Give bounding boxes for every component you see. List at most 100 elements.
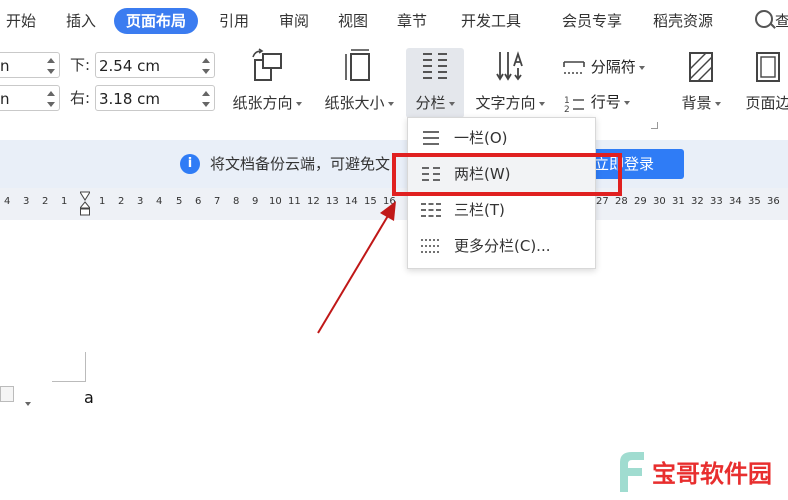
dialog-launcher-icon[interactable]	[651, 122, 658, 129]
ruler-number: 1	[99, 196, 106, 207]
margin-bottom-field[interactable]: 2.54 cm	[95, 52, 215, 78]
ruler-number: 8	[233, 196, 240, 207]
watermark: 宝哥软件园	[614, 444, 788, 500]
ruler-number: 6	[195, 196, 202, 207]
watermark-logo-icon	[620, 452, 644, 492]
line-numbers-caret-icon	[623, 100, 630, 105]
margin-right-field[interactable]: 3.18 cm	[95, 85, 215, 111]
tab-insert[interactable]: 插入	[66, 8, 96, 34]
menu-bar: 开始 插入 页面布局 引用 审阅 视图 章节 开发工具 会员专享 稻壳资源 查	[0, 0, 788, 42]
margin-right-label: 右:	[70, 89, 91, 107]
ruler-number: 1	[61, 196, 68, 207]
infobar-message-tail: 文	[375, 155, 391, 173]
margin-left-value: n	[0, 90, 10, 108]
orientation-label: 纸张方向	[232, 94, 293, 112]
tab-developer[interactable]: 开发工具	[461, 8, 521, 34]
ruler-number: 31	[672, 196, 685, 207]
margin-bottom-value: 2.54 cm	[99, 57, 161, 75]
watermark-text: 宝哥软件园	[652, 460, 772, 488]
ruler-number: 2	[42, 196, 49, 207]
orientation-icon	[252, 48, 282, 81]
infobar-message-text: 将文档备份云端，可避免	[210, 155, 376, 173]
margin-bottom-label: 下:	[70, 56, 91, 74]
menu-item-more-columns[interactable]: 更多分栏(C)...	[408, 228, 595, 264]
text-direction-button[interactable]: 文字方向	[470, 48, 550, 113]
separator-caret-icon	[638, 65, 645, 70]
menu-item-label: 更多分栏(C)...	[454, 237, 551, 255]
page-border-button[interactable]: 页面边	[736, 48, 788, 113]
paste-options-caret-icon[interactable]	[22, 393, 31, 412]
ruler-number: 33	[710, 196, 723, 207]
orientation-caret-icon	[295, 101, 302, 106]
tab-start[interactable]: 开始	[6, 8, 36, 34]
menu-item-three-columns[interactable]: 三栏(T)	[408, 192, 595, 228]
ruler-number: 35	[748, 196, 761, 207]
one-column-icon	[423, 131, 439, 145]
paper-size-icon	[345, 49, 370, 81]
margin-left-field[interactable]: n	[0, 85, 60, 111]
columns-label: 分栏	[415, 94, 446, 112]
background-label: 背景	[681, 94, 712, 112]
line-numbers-button[interactable]: 1 2 行号	[562, 91, 662, 115]
page-border-label: 页面边	[745, 94, 788, 112]
text-direction-caret-icon	[538, 101, 545, 106]
columns-button[interactable]: 分栏	[406, 48, 464, 118]
paper-size-button[interactable]: 纸张大小	[318, 48, 400, 113]
ruler-number: 27	[596, 196, 609, 207]
tab-references[interactable]: 引用	[219, 8, 249, 34]
paper-size-caret-icon	[387, 101, 394, 106]
tab-member[interactable]: 会员专享	[562, 8, 622, 34]
info-icon: i	[180, 154, 200, 174]
margin-left-spinner[interactable]	[47, 89, 55, 109]
paper-size-label: 纸张大小	[324, 94, 385, 112]
menu-item-one-column[interactable]: 一栏(O)	[408, 120, 595, 156]
columns-icon	[423, 53, 447, 79]
menu-item-label: 三栏(T)	[454, 201, 505, 219]
background-caret-icon	[714, 101, 721, 106]
tab-view[interactable]: 视图	[338, 8, 368, 34]
ruler-number: 3	[137, 196, 144, 207]
paste-options-icon[interactable]	[0, 386, 14, 402]
more-columns-icon	[421, 239, 441, 253]
orientation-button[interactable]: 纸张方向	[226, 48, 308, 113]
indent-marker-icon[interactable]	[80, 191, 90, 217]
columns-caret-icon	[448, 101, 455, 106]
page-corner-mark	[52, 381, 86, 382]
ruler-number: 36	[767, 196, 780, 207]
page-border-icon	[756, 52, 780, 82]
margin-right-value: 3.18 cm	[99, 90, 161, 108]
search-label[interactable]: 查	[775, 8, 788, 34]
tab-docer[interactable]: 稻壳资源	[653, 8, 713, 34]
text-direction-icon	[496, 51, 523, 81]
ruler-number: 7	[214, 196, 221, 207]
infobar-message: 将文档备份云端，可避免文	[210, 153, 390, 175]
background-button[interactable]: 背景	[676, 48, 726, 113]
page-corner-mark	[85, 352, 86, 382]
three-column-icon	[421, 203, 441, 217]
ruler-number: 34	[729, 196, 742, 207]
background-icon	[689, 52, 713, 82]
document-text[interactable]: a	[84, 388, 94, 407]
margin-right-spinner[interactable]	[202, 89, 210, 109]
margin-top-spinner[interactable]	[47, 56, 55, 76]
separator-button[interactable]: 分隔符	[562, 56, 662, 78]
ruler-number: 5	[176, 196, 183, 207]
tab-page-layout[interactable]: 页面布局	[114, 8, 199, 34]
ruler-number: 28	[615, 196, 628, 207]
ruler-number: 4	[156, 196, 163, 207]
line-numbers-icon: 1 2	[564, 96, 584, 115]
tab-chapter[interactable]: 章节	[397, 8, 427, 34]
margin-bottom-spinner[interactable]	[202, 56, 210, 76]
ruler-number: 2	[118, 196, 125, 207]
separator-label: 分隔符	[590, 58, 636, 76]
search-icon[interactable]	[755, 10, 773, 28]
margin-top-field[interactable]: n	[0, 52, 60, 78]
annotation-arrow-icon	[317, 201, 396, 334]
ribbon: n n 下: 2.54 cm 右: 3.18 cm 纸张方向 纸张大小 分栏 文…	[0, 42, 788, 138]
tab-review[interactable]: 审阅	[279, 8, 309, 34]
highlight-box	[392, 153, 622, 196]
ruler-number: 3	[23, 196, 30, 207]
ruler-number: 10	[269, 196, 282, 207]
line-numbers-label: 行号	[590, 93, 621, 111]
ruler-number: 4	[4, 196, 11, 207]
